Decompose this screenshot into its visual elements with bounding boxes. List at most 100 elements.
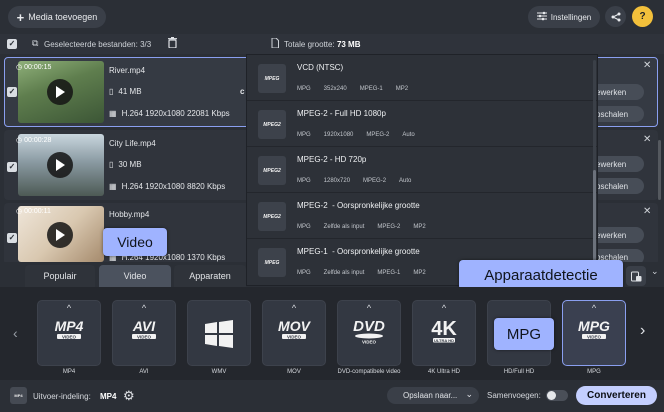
windows-logo — [188, 319, 250, 349]
preset-item[interactable]: MPEG2 MPEG-2 - HD 720p MPG 1280x720 MPEG-2… — [247, 147, 597, 193]
gear-icon[interactable]: ⚙ — [123, 388, 135, 404]
file-list-scrollbar[interactable] — [658, 140, 661, 200]
toggle-knob — [547, 391, 556, 400]
convert-button[interactable]: Converteren — [576, 386, 657, 405]
svg-text:VIDEO: VIDEO — [587, 334, 602, 339]
play-button[interactable] — [47, 79, 73, 105]
output-format-value: MP4 — [100, 392, 117, 401]
4k-logo: 4K ULTRA HD — [413, 317, 475, 345]
merge-label: Samenvoegen: — [487, 391, 541, 400]
settings-button[interactable]: Instellingen — [528, 6, 600, 28]
caret-up-icon: ^ — [591, 303, 597, 313]
trash-icon[interactable] — [168, 37, 177, 50]
help-button[interactable]: ? — [632, 6, 653, 27]
file-name: City Life.mp4 — [109, 139, 156, 148]
file-size-row: ▯ 41 MB — [109, 87, 142, 96]
files-icon: ⧉ — [32, 38, 39, 48]
play-button[interactable] — [47, 152, 73, 178]
svg-text:DVD: DVD — [353, 318, 385, 335]
mpeg-icon: MPEG — [258, 64, 286, 93]
play-icon — [56, 159, 65, 171]
file-name: River.mp4 — [109, 66, 146, 75]
svg-text:VIDEO: VIDEO — [287, 334, 302, 339]
preset-title: MPEG-2 - Oorspronkelijke grootte — [297, 201, 420, 210]
svg-text:AVI: AVI — [132, 318, 156, 334]
mpeg-icon: MPEG — [258, 248, 286, 277]
format-mp4[interactable]: ^ MP4 VIDEO — [37, 300, 101, 366]
edit-button[interactable]: ewerken — [590, 84, 644, 100]
file-icon: ▯ — [109, 87, 114, 96]
preset-title: MPEG-2 - Full HD 1080p — [297, 109, 386, 118]
preset-specs: MPG 1280x720 MPEG-2 Auto — [297, 178, 412, 184]
preset-scrollbar-thumb[interactable] — [593, 170, 596, 270]
format-4k[interactable]: ^ 4K ULTRA HD — [412, 300, 476, 366]
close-icon[interactable]: ✕ — [643, 134, 651, 145]
merge-toggle[interactable] — [546, 390, 568, 401]
edit-button[interactable]: ewerken — [590, 156, 644, 172]
format-mov[interactable]: ^ MOV VIDEO — [262, 300, 326, 366]
preset-title: MPEG-2 - HD 720p — [297, 155, 367, 164]
svg-text:MPG: MPG — [578, 318, 610, 334]
upscale-button[interactable]: pschalen — [590, 106, 644, 122]
avi-logo: AVI VIDEO — [113, 317, 175, 343]
play-button[interactable] — [47, 222, 73, 248]
preset-item[interactable]: MPEG2 MPEG-2 - Full HD 1080p MPG 1920x108… — [247, 101, 597, 147]
format-label: MOV — [287, 369, 301, 375]
share-icon — [611, 12, 620, 21]
preset-item[interactable]: MPEG VCD (NTSC) MPG 352x240 MPEG-1 MP2 — [247, 55, 597, 101]
share-button[interactable] — [605, 6, 626, 27]
format-mpg[interactable]: ^ MPG VIDEO — [562, 300, 626, 366]
mpeg2-icon: MPEG2 — [258, 202, 286, 231]
file-size-row: ▯ 30 MB — [109, 160, 142, 169]
format-dvd[interactable]: ^ DVD VIDEO — [337, 300, 401, 366]
file-checkbox[interactable]: ✓ — [7, 162, 17, 172]
format-label: AVI — [139, 369, 149, 375]
close-icon[interactable]: ✕ — [643, 60, 651, 71]
mov-logo: MOV VIDEO — [263, 317, 325, 343]
chevron-right-icon[interactable]: › — [640, 322, 645, 340]
plus-icon: + — [16, 9, 25, 25]
format-avi[interactable]: ^ AVI VIDEO — [112, 300, 176, 366]
clock-icon: ◷ — [16, 137, 23, 144]
preset-title: VCD (NTSC) — [297, 63, 344, 72]
collapse-chevron-icon[interactable]: ⌄ — [651, 266, 659, 277]
save-to-select[interactable]: Opslaan naar... ⌄ — [387, 387, 479, 404]
upscale-button[interactable]: pschalen — [590, 178, 644, 194]
mpg-logo: MPG VIDEO — [563, 317, 625, 343]
file-checkbox[interactable]: ✓ — [7, 87, 17, 97]
format-label: 4K Ultra HD — [427, 369, 460, 375]
svg-text:4K: 4K — [431, 318, 457, 340]
mpeg2-icon: MPEG2 — [258, 156, 286, 185]
file-checkbox[interactable]: ✓ — [7, 233, 17, 243]
format-label: DVD-compatibele video — [337, 369, 401, 375]
preset-item[interactable]: MPEG2 MPEG-2 - Oorspronkelijke grootte M… — [247, 193, 597, 239]
add-media-button[interactable]: + Media toevoegen — [8, 6, 106, 28]
preset-specs: MPG 352x240 MPEG-1 MP2 — [297, 86, 409, 92]
preset-specs: MPG Zelfde als input MPEG-1 MP2 — [297, 270, 426, 276]
format-label: HD/Full HD — [503, 369, 535, 375]
device-detection-button[interactable] — [626, 266, 646, 286]
caret-up-icon: ^ — [441, 303, 447, 313]
output-format-letter: c — [240, 87, 245, 96]
mp4-logo: MP4 VIDEO — [38, 317, 100, 343]
edit-button[interactable]: ewerken — [590, 227, 644, 243]
select-all-checkbox[interactable]: ✓ — [7, 39, 17, 49]
file-icon: ▯ — [109, 160, 114, 169]
tab-video[interactable]: Video — [99, 265, 171, 287]
dvd-logo: DVD VIDEO — [338, 317, 400, 345]
svg-text:VIDEO: VIDEO — [137, 334, 152, 339]
close-icon[interactable]: ✕ — [643, 206, 651, 217]
chevron-left-icon[interactable]: ‹ — [13, 325, 18, 341]
duration-badge: ◷ 00:00:15 — [16, 63, 52, 72]
format-wmv[interactable] — [187, 300, 251, 366]
caret-up-icon: ^ — [66, 303, 72, 313]
tab-popular[interactable]: Populair — [25, 265, 95, 287]
video-callout: Video — [103, 228, 167, 256]
tab-devices[interactable]: Apparaten — [174, 265, 246, 287]
codec-row: ▦ H.264 1920x1080 8820 Kbps — [109, 182, 226, 191]
format-label: WMV — [211, 369, 227, 375]
caret-up-icon: ^ — [291, 303, 297, 313]
caret-up-icon: ^ — [366, 303, 372, 313]
clock-icon: ◷ — [16, 208, 23, 215]
selected-files-label: Geselecteerde bestanden: 3/3 — [44, 40, 152, 49]
